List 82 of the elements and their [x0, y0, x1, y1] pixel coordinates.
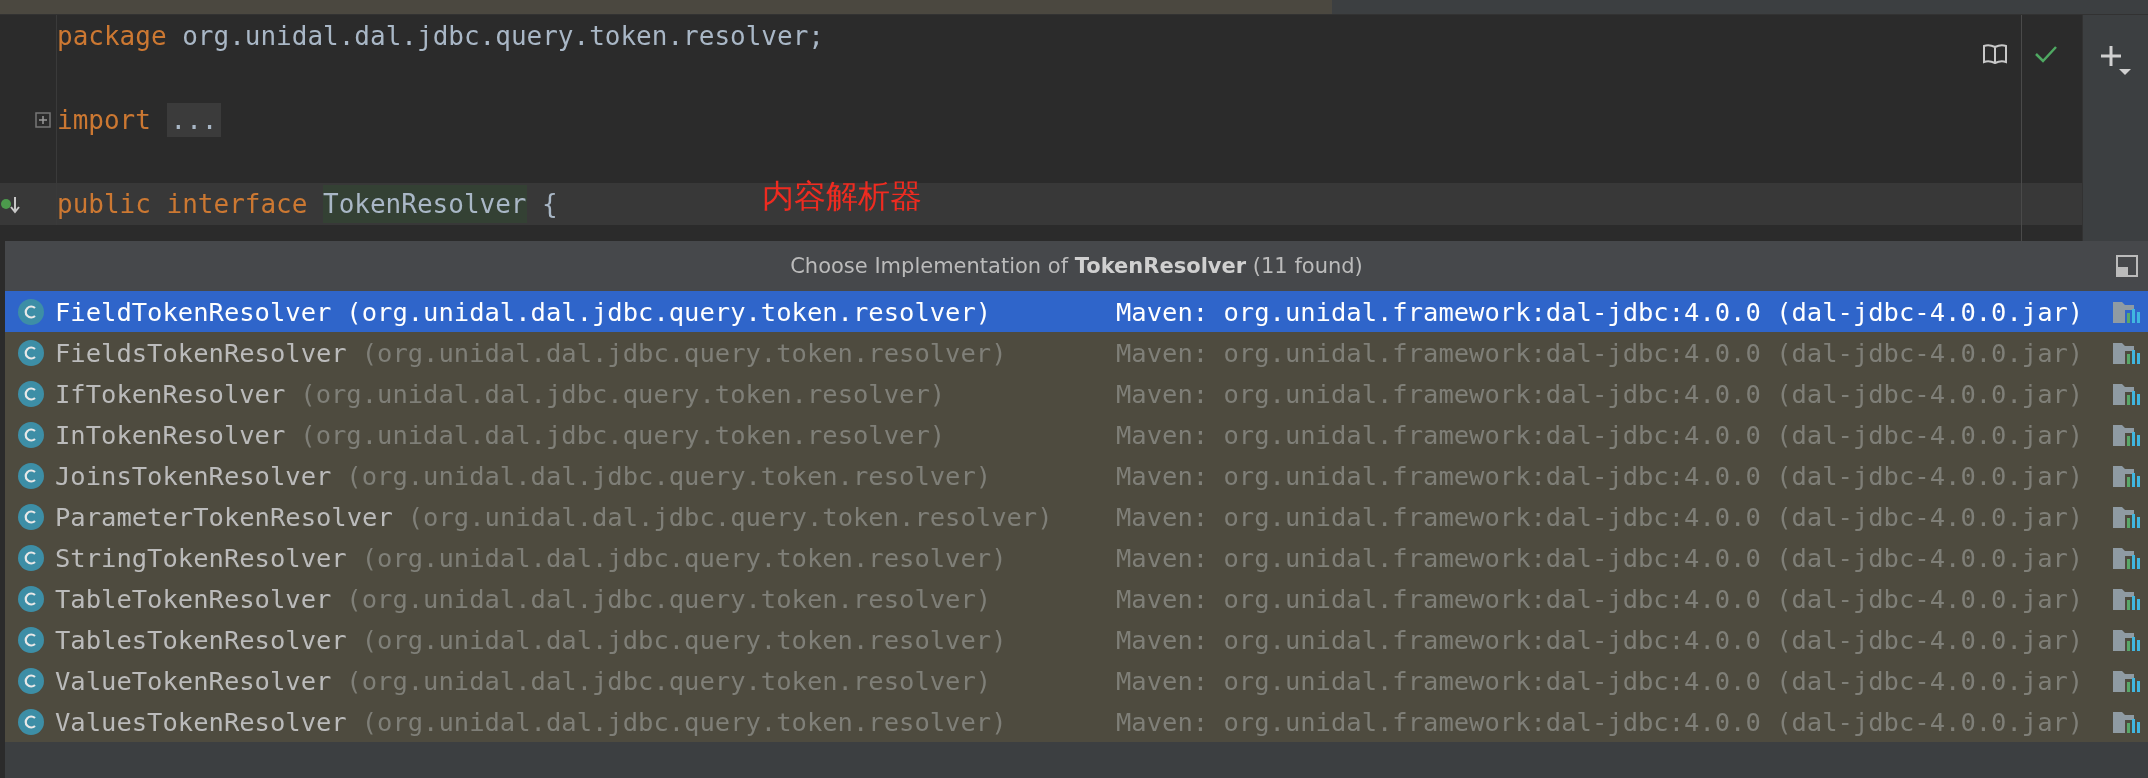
class-name: StringTokenResolver — [55, 542, 347, 573]
package-name: (org.unidal.dal.jdbc.query.token.resolver) — [346, 296, 992, 327]
package-name: (org.unidal.dal.jdbc.query.token.resolver) — [361, 624, 1007, 655]
class-icon — [17, 666, 45, 695]
class-icon — [17, 707, 45, 736]
add-icon[interactable] — [2098, 43, 2133, 77]
library-location: Maven: org.unidal.framework:dal-jdbc:4.0.0 (dal-jdbc-4.0.0.jar) — [1116, 624, 2084, 655]
class-name: FieldsTokenResolver — [55, 337, 347, 368]
implementation-item[interactable]: ValuesTokenResolver (org.unidal.dal.jdbc.query.token.resolver) Maven: org.unidal.framework:dal-jdbc:4.0.0 (dal-jdbc-4.0.0.jar) — [5, 701, 2148, 742]
library-icon — [2112, 299, 2142, 325]
class-icon — [17, 543, 45, 572]
library-location: Maven: org.unidal.framework:dal-jdbc:4.0.0 (dal-jdbc-4.0.0.jar) — [1116, 665, 2084, 696]
library-icon — [2112, 422, 2142, 448]
package-name: (org.unidal.dal.jdbc.query.token.resolver) — [361, 337, 1007, 368]
library-location: Maven: org.unidal.framework:dal-jdbc:4.0.0 (dal-jdbc-4.0.0.jar) — [1116, 583, 2084, 614]
code-token: package — [57, 21, 167, 51]
implementation-item[interactable]: InTokenResolver (org.unidal.dal.jdbc.query.token.resolver) Maven: org.unidal.framework:dal-jdbc:4.0.0 (dal-jdbc-4.0.0.jar) — [5, 414, 2148, 455]
implementation-item[interactable]: StringTokenResolver (org.unidal.dal.jdbc.query.token.resolver) Maven: org.unidal.framework:dal-jdbc:4.0.0 (dal-jdbc-4.0.0.jar) — [5, 537, 2148, 578]
library-location: Maven: org.unidal.framework:dal-jdbc:4.0.0 (dal-jdbc-4.0.0.jar) — [1116, 460, 2084, 491]
maximize-icon[interactable] — [2116, 255, 2138, 277]
package-name: (org.unidal.dal.jdbc.query.token.resolver) — [361, 542, 1007, 573]
library-icon — [2112, 463, 2142, 489]
class-icon — [17, 379, 45, 408]
check-icon[interactable] — [2034, 44, 2058, 64]
library-icon — [2112, 381, 2142, 407]
class-name: ParameterTokenResolver — [55, 501, 393, 532]
package-name: (org.unidal.dal.jdbc.query.token.resolver) — [407, 501, 1053, 532]
package-name: (org.unidal.dal.jdbc.query.token.resolver) — [346, 460, 992, 491]
class-icon — [17, 297, 45, 326]
code-token: ; — [808, 21, 824, 51]
class-name: ValuesTokenResolver — [55, 706, 347, 737]
expand-icon[interactable] — [35, 112, 51, 128]
code-token: { — [542, 189, 558, 219]
library-icon — [2112, 709, 2142, 735]
library-icon — [2112, 668, 2142, 694]
code-token: interface — [166, 189, 308, 219]
popup-title: Choose Implementation of TokenResolver (11 found) — [790, 254, 1363, 278]
class-icon — [17, 420, 45, 449]
class-icon — [17, 584, 45, 613]
folded-code[interactable]: ... — [166, 103, 222, 137]
package-name: (org.unidal.dal.jdbc.query.token.resolver) — [300, 419, 946, 450]
library-location: Maven: org.unidal.framework:dal-jdbc:4.0.0 (dal-jdbc-4.0.0.jar) — [1116, 419, 2084, 450]
book-icon[interactable] — [1982, 43, 2008, 65]
class-icon — [17, 625, 45, 654]
implementation-item[interactable]: TablesTokenResolver (org.unidal.dal.jdbc.query.token.resolver) Maven: org.unidal.framework:dal-jdbc:4.0.0 (dal-jdbc-4.0.0.jar) — [5, 619, 2148, 660]
class-name: FieldTokenResolver — [55, 296, 332, 327]
package-name: (org.unidal.dal.jdbc.query.token.resolver) — [346, 665, 992, 696]
package-name: (org.unidal.dal.jdbc.query.token.resolver) — [346, 583, 992, 614]
class-icon — [17, 502, 45, 531]
library-location: Maven: org.unidal.framework:dal-jdbc:4.0.0 (dal-jdbc-4.0.0.jar) — [1116, 296, 2084, 327]
class-name: TablesTokenResolver — [55, 624, 347, 655]
library-location: Maven: org.unidal.framework:dal-jdbc:4.0.0 (dal-jdbc-4.0.0.jar) — [1116, 378, 2084, 409]
annotation-text: 内容解析器 — [762, 176, 922, 217]
class-name: ValueTokenResolver — [55, 665, 332, 696]
class-icon — [17, 338, 45, 367]
library-location: Maven: org.unidal.framework:dal-jdbc:4.0.0 (dal-jdbc-4.0.0.jar) — [1116, 706, 2084, 737]
class-name: JoinsTokenResolver — [55, 460, 332, 491]
library-location: Maven: org.unidal.framework:dal-jdbc:4.0.0 (dal-jdbc-4.0.0.jar) — [1116, 501, 2084, 532]
code-token: org.unidal.dal.jdbc.query.token.resolver — [182, 21, 809, 51]
implementation-item[interactable]: FieldsTokenResolver (org.unidal.dal.jdbc.query.token.resolver) Maven: org.unidal.framework:dal-jdbc:4.0.0 (dal-jdbc-4.0.0.jar) — [5, 332, 2148, 373]
library-icon — [2112, 340, 2142, 366]
library-location: Maven: org.unidal.framework:dal-jdbc:4.0.0 (dal-jdbc-4.0.0.jar) — [1116, 337, 2084, 368]
implementation-item[interactable]: FieldTokenResolver (org.unidal.dal.jdbc.query.token.resolver) Maven: org.unidal.framework:dal-jdbc:4.0.0 (dal-jdbc-4.0.0.jar) — [5, 291, 2148, 332]
library-icon — [2112, 504, 2142, 530]
package-name: (org.unidal.dal.jdbc.query.token.resolver) — [361, 706, 1007, 737]
code-token: TokenResolver — [323, 185, 527, 223]
code-token: public — [57, 189, 151, 219]
class-icon — [17, 461, 45, 490]
library-icon — [2112, 627, 2142, 653]
implementation-item[interactable]: IfTokenResolver (org.unidal.dal.jdbc.query.token.resolver) Maven: org.unidal.framework:dal-jdbc:4.0.0 (dal-jdbc-4.0.0.jar) — [5, 373, 2148, 414]
package-name: (org.unidal.dal.jdbc.query.token.resolver) — [300, 378, 946, 409]
implementation-item[interactable]: ParameterTokenResolver (org.unidal.dal.jdbc.query.token.resolver) Maven: org.unidal.framework:dal-jdbc:4.0.0 (dal-jdbc-4.0.0.jar) — [5, 496, 2148, 537]
implementation-item[interactable]: JoinsTokenResolver (org.unidal.dal.jdbc.query.token.resolver) Maven: org.unidal.framework:dal-jdbc:4.0.0 (dal-jdbc-4.0.0.jar) — [5, 455, 2148, 496]
library-icon — [2112, 586, 2142, 612]
library-icon — [2112, 545, 2142, 571]
implementation-item[interactable]: ValueTokenResolver (org.unidal.dal.jdbc.query.token.resolver) Maven: org.unidal.framework:dal-jdbc:4.0.0 (dal-jdbc-4.0.0.jar) — [5, 660, 2148, 701]
class-name: IfTokenResolver — [55, 378, 286, 409]
implementation-item[interactable]: TableTokenResolver (org.unidal.dal.jdbc.query.token.resolver) Maven: org.unidal.framework:dal-jdbc:4.0.0 (dal-jdbc-4.0.0.jar) — [5, 578, 2148, 619]
class-name: InTokenResolver — [55, 419, 286, 450]
library-location: Maven: org.unidal.framework:dal-jdbc:4.0.0 (dal-jdbc-4.0.0.jar) — [1116, 542, 2084, 573]
code-token: import — [57, 105, 151, 135]
class-name: TableTokenResolver — [55, 583, 332, 614]
